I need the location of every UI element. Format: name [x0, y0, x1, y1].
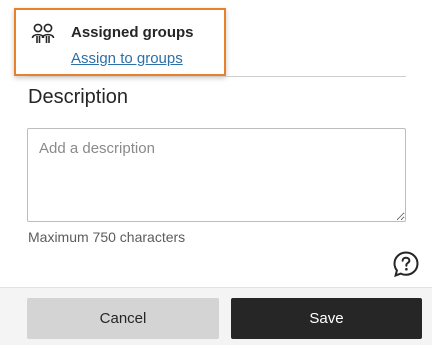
groups-icon — [30, 22, 56, 48]
assign-to-groups-link[interactable]: Assign to groups — [71, 50, 183, 67]
section-divider — [28, 76, 406, 77]
panel: Assigned groups Assign to groups Descrip… — [0, 0, 432, 345]
help-icon[interactable] — [392, 250, 420, 278]
character-limit-note: Maximum 750 characters — [28, 229, 186, 245]
description-textarea[interactable] — [27, 128, 406, 222]
save-button[interactable]: Save — [231, 298, 422, 339]
assigned-groups-section: Assigned groups Assign to groups — [14, 8, 226, 76]
description-heading: Description — [28, 86, 129, 108]
footer-actions: Cancel Save — [0, 287, 432, 345]
cancel-button[interactable]: Cancel — [27, 298, 219, 339]
assigned-groups-title: Assigned groups — [71, 24, 194, 41]
